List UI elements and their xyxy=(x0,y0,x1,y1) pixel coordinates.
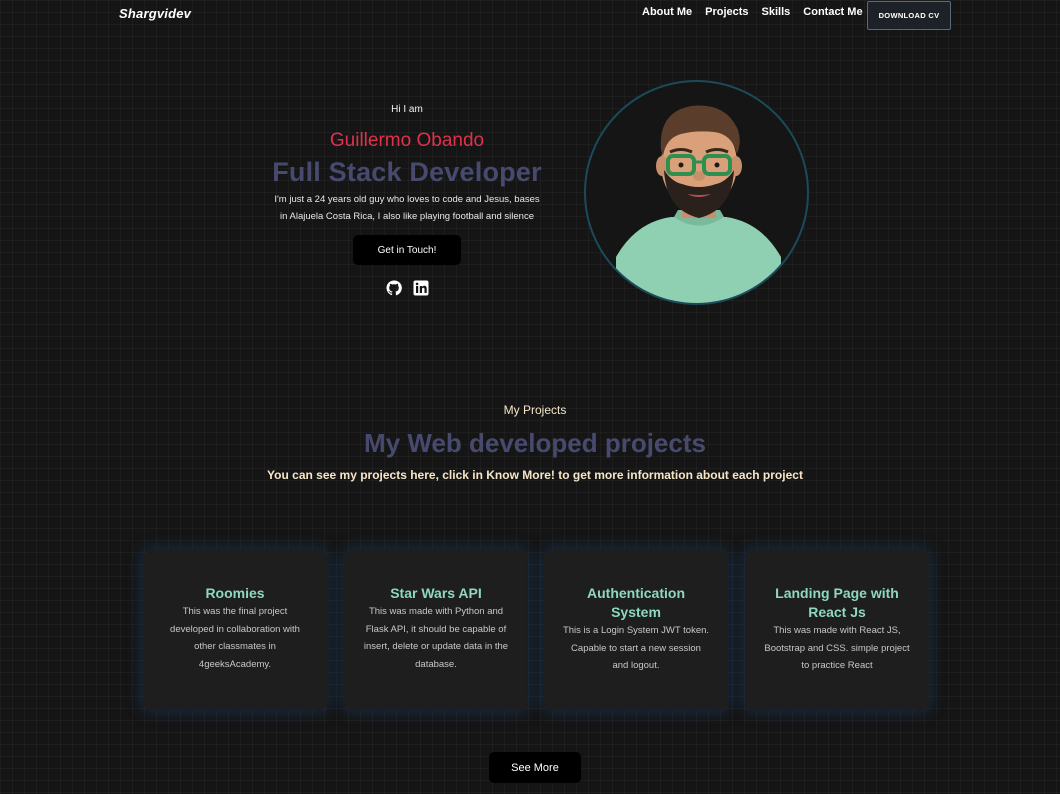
project-card-star-wars-api[interactable]: Star Wars API This was made with Python … xyxy=(344,550,528,710)
project-card-authentication-system[interactable]: Authentication System This is a Login Sy… xyxy=(544,550,728,710)
project-card-title: Landing Page with React Js xyxy=(775,585,899,620)
nav-link-contact-me[interactable]: Contact Me xyxy=(803,6,862,18)
hero-bio: I'm just a 24 years old guy who loves to… xyxy=(274,194,540,222)
avatar-illustration xyxy=(616,105,781,303)
project-card-title: Roomies xyxy=(205,585,265,601)
hero-greeting: Hi I am xyxy=(391,104,423,115)
projects-subtitle: You can see my projects here, click in K… xyxy=(267,468,803,482)
nav-links: About Me Projects Skills Contact Me xyxy=(642,6,876,18)
project-card-title: Authentication System xyxy=(587,585,685,620)
project-card-description: This was made with React JS, Bootstrap a… xyxy=(764,625,910,671)
see-more-button[interactable]: See More xyxy=(489,752,581,783)
avatar xyxy=(584,80,809,305)
github-icon[interactable] xyxy=(386,280,402,296)
project-card-roomies[interactable]: Roomies This was the final project devel… xyxy=(143,550,327,710)
projects-title: My Web developed projects xyxy=(364,428,706,458)
hero-name: Guillermo Obando xyxy=(329,130,485,151)
get-in-touch-button[interactable]: Get in Touch! xyxy=(353,235,461,265)
nav-link-projects[interactable]: Projects xyxy=(705,6,748,18)
project-card-description: This is a Login System JWT token. Capabl… xyxy=(562,625,710,671)
hero-role: Full Stack Developer xyxy=(272,157,542,187)
navbar: Shargvidev About Me Projects Skills Cont… xyxy=(0,0,1060,30)
nav-link-about-me[interactable]: About Me xyxy=(642,6,692,18)
projects-eyebrow: My Projects xyxy=(503,403,567,417)
download-cv-button[interactable]: DOWNLOAD CV xyxy=(867,1,951,30)
project-card-landing-page[interactable]: Landing Page with React Js This was made… xyxy=(745,550,929,710)
linkedin-icon[interactable] xyxy=(413,280,429,296)
nav-link-skills[interactable]: Skills xyxy=(762,6,791,18)
portfolio-page: Shargvidev About Me Projects Skills Cont… xyxy=(0,0,1060,794)
project-card-title: Star Wars API xyxy=(390,585,482,601)
project-card-description: This was the final project developed in … xyxy=(170,606,300,670)
brand-logo[interactable]: Shargvidev xyxy=(119,6,191,21)
project-card-description: This was made with Python and Flask API,… xyxy=(363,606,509,670)
